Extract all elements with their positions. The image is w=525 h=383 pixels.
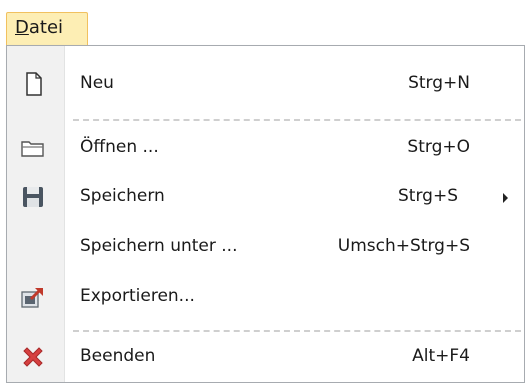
menu-item-label: Öffnen ... bbox=[80, 137, 159, 157]
menu-item-shortcut: Umsch+Strg+S bbox=[337, 236, 470, 256]
save-floppy-icon bbox=[19, 183, 47, 211]
menu-item-shortcut: Alt+F4 bbox=[412, 346, 470, 366]
menu-file-label: atei bbox=[28, 17, 64, 38]
menu-file[interactable]: Datei bbox=[6, 12, 88, 46]
new-document-icon bbox=[19, 70, 47, 98]
menu-item-save[interactable]: Speichern Strg+S bbox=[7, 172, 524, 222]
menu-item-save-as[interactable]: Speichern unter ... Umsch+Strg+S bbox=[7, 222, 524, 272]
menubar: Datei bbox=[0, 0, 525, 46]
open-folder-icon bbox=[19, 134, 47, 162]
menu-item-new[interactable]: Neu Strg+N bbox=[7, 59, 524, 109]
menu-item-shortcut: Strg+N bbox=[408, 73, 470, 93]
menu-item-shortcut: Strg+O bbox=[407, 137, 470, 157]
menu-item-export[interactable]: Exportieren... bbox=[7, 272, 524, 322]
export-icon bbox=[19, 283, 47, 311]
menu-item-label: Exportieren... bbox=[80, 286, 195, 306]
menu-item-open[interactable]: Öffnen ... Strg+O bbox=[7, 123, 524, 173]
menu-separator bbox=[73, 119, 521, 121]
menu-item-label: Speichern bbox=[80, 186, 165, 206]
menu-item-exit[interactable]: Beenden Alt+F4 bbox=[7, 332, 524, 382]
submenu-arrow-icon bbox=[503, 193, 508, 203]
close-x-icon bbox=[19, 343, 47, 371]
menu-item-shortcut: Strg+S bbox=[398, 186, 458, 206]
menu-item-label: Speichern unter ... bbox=[80, 236, 238, 256]
menu-file-hotkey: D bbox=[15, 17, 29, 38]
file-dropdown-menu: Neu Strg+N Öffnen ... Strg+O Speichern S… bbox=[6, 45, 525, 383]
menu-item-label: Neu bbox=[80, 73, 114, 93]
menu-item-label: Beenden bbox=[80, 346, 156, 366]
